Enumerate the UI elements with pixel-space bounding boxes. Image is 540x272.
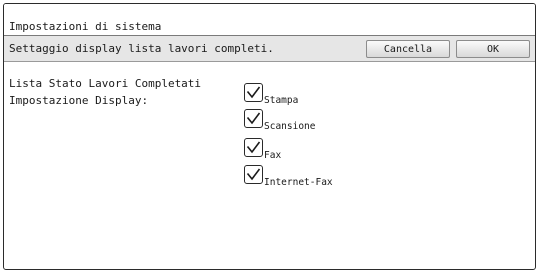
checkmark-icon [246, 141, 261, 154]
scansione-checkbox[interactable] [244, 109, 263, 128]
checkmark-icon [246, 112, 261, 125]
settings-window: Impostazioni di sistema Settaggio displa… [3, 3, 536, 270]
stampa-label: Stampa [264, 95, 299, 106]
window-title-bar: Impostazioni di sistema [4, 4, 535, 36]
option-scansione[interactable]: Scansione [244, 109, 315, 132]
internet-fax-label: Internet-Fax [264, 177, 333, 188]
window-title: Impostazioni di sistema [9, 20, 162, 33]
fax-checkbox[interactable] [244, 138, 263, 157]
cancel-button[interactable]: Cancella [366, 40, 450, 58]
page-title: Settaggio display lista lavori completi. [9, 42, 274, 55]
checkmark-icon [246, 86, 261, 99]
scansione-label: Scansione [264, 121, 316, 132]
setting-label-line-1: Lista Stato Lavori Completati [9, 77, 202, 90]
stampa-checkbox[interactable] [244, 83, 263, 102]
main-content: Lista Stato Lavori Completati Impostazio… [4, 62, 535, 269]
option-internet-fax[interactable]: Internet-Fax [244, 165, 333, 188]
option-fax[interactable]: Fax [244, 138, 281, 161]
internet-fax-checkbox[interactable] [244, 165, 263, 184]
ok-button[interactable]: OK [456, 40, 530, 58]
option-stampa[interactable]: Stampa [244, 83, 298, 106]
setting-label-line-2: Impostazione Display: [9, 94, 149, 107]
header-bar: Settaggio display lista lavori completi.… [4, 36, 535, 62]
fax-label: Fax [264, 150, 282, 161]
checkmark-icon [246, 168, 261, 181]
